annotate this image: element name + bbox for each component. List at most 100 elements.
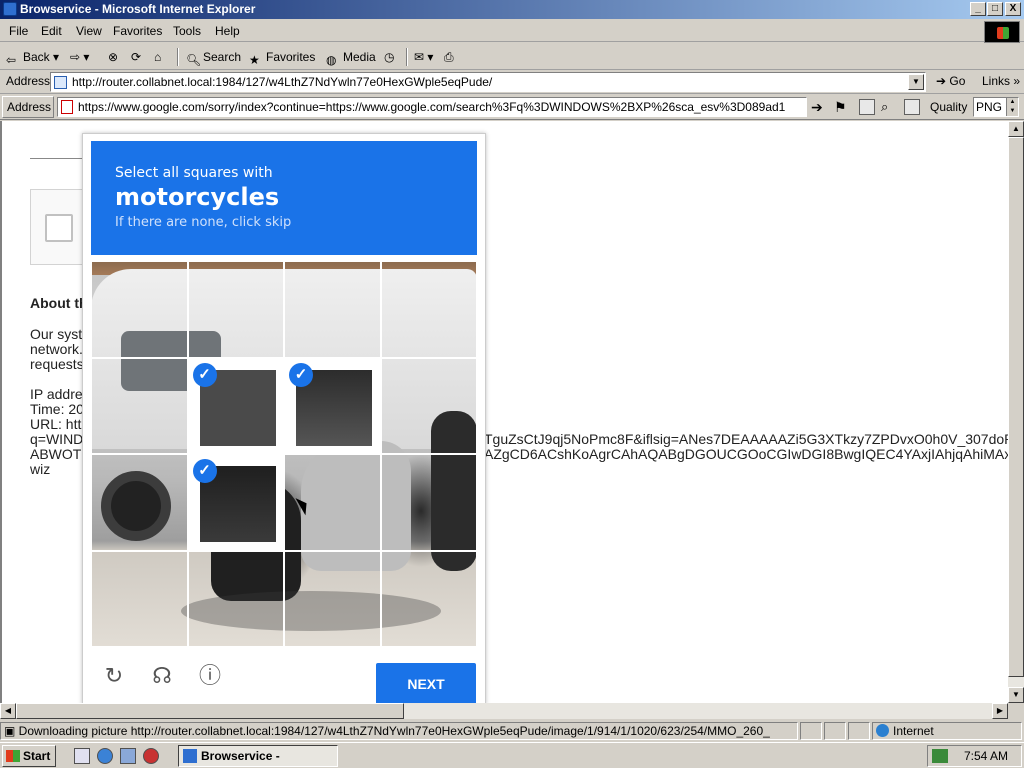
ie-icon [3, 2, 17, 16]
status-message: Downloading picture http://router.collab… [18, 724, 770, 738]
network-icon[interactable] [932, 749, 948, 763]
find-icon[interactable]: ⌕ [881, 99, 897, 115]
para-line: network. [30, 341, 83, 357]
clipboard-icon[interactable] [904, 99, 920, 115]
forward-button[interactable]: ⇨ ▾ [70, 47, 89, 67]
mail-button[interactable]: ✉ ▾ [414, 47, 433, 67]
captcha-tile[interactable] [380, 550, 477, 647]
captcha-tile[interactable] [91, 550, 188, 647]
go-label: Go [949, 74, 966, 88]
captcha-tile[interactable] [91, 261, 188, 358]
captcha-tile[interactable] [380, 454, 477, 551]
vertical-scroll-thumb[interactable] [1008, 137, 1024, 677]
back-arrow-icon: ⇦ [6, 53, 17, 67]
info-icon[interactable]: ⓘ [197, 663, 223, 689]
menu-view[interactable]: View [76, 24, 102, 38]
go-arrow-icon: ➔ [936, 74, 950, 88]
scroll-up-button[interactable]: ▲ [1008, 121, 1024, 137]
search-button[interactable]: 🔍︎ Search [186, 47, 241, 67]
menu-help[interactable]: Help [215, 24, 240, 38]
start-button[interactable]: Start [2, 745, 56, 767]
address-bar: Address http://router.collabnet.local:19… [0, 70, 1024, 94]
captcha-tile-selected[interactable]: ✓ [187, 357, 284, 454]
stop-icon: ⊗ [108, 50, 119, 64]
back-label: Back [23, 50, 50, 64]
media-player-quicklaunch-icon[interactable] [143, 748, 159, 764]
clock: 7:54 AM [964, 749, 1009, 763]
captcha-footer: ↻ ☊ ⓘ NEXT [91, 653, 477, 703]
para-line: requests [30, 356, 84, 372]
show-desktop-icon[interactable] [74, 748, 90, 764]
links-label: Links [982, 74, 1011, 88]
browservice-address-input[interactable]: https://www.google.com/sorry/index?conti… [57, 97, 807, 117]
captcha-tile[interactable] [284, 261, 381, 358]
captcha-header: Select all squares with motorcycles If t… [91, 141, 477, 255]
menu-favorites[interactable]: Favorites [113, 24, 162, 38]
bookmark-icon[interactable]: ⚑ [834, 99, 850, 115]
bookmarks-list-icon[interactable] [859, 99, 875, 115]
checkmark-icon: ✓ [192, 459, 217, 483]
audio-icon[interactable]: ☊ [149, 663, 175, 689]
captcha-tile[interactable] [380, 261, 477, 358]
captcha-tile-selected[interactable]: ✓ [187, 454, 284, 551]
menu-edit[interactable]: Edit [41, 24, 62, 38]
home-button[interactable]: ⌂ [154, 47, 161, 67]
print-icon: ⎙ [444, 50, 454, 64]
captcha-tile[interactable] [187, 261, 284, 358]
quality-spinner[interactable]: ▲ ▼ [1006, 98, 1018, 116]
scroll-down-button[interactable]: ▼ [1008, 687, 1024, 703]
print-button[interactable]: ⎙ [444, 47, 454, 67]
captcha-tile-selected[interactable]: ✓ [284, 357, 381, 454]
address-input[interactable]: http://router.collabnet.local:1984/127/w… [50, 72, 926, 92]
address-dropdown-button[interactable]: ▼ [908, 74, 924, 90]
refresh-icon: ⟳ [131, 50, 142, 64]
stop-button[interactable]: ⊗ [108, 47, 118, 67]
quality-select[interactable]: PNG ▲ ▼ [973, 97, 1019, 117]
captcha-tile[interactable] [187, 550, 284, 647]
status-pane [800, 722, 822, 740]
windows-logo [984, 21, 1020, 43]
links-button[interactable]: Links » [982, 74, 1020, 88]
go-arrow-icon[interactable]: ➔ [811, 99, 827, 115]
browservice-bar: Address https://www.google.com/sorry/ind… [0, 94, 1024, 120]
captcha-tile[interactable] [380, 357, 477, 454]
captcha-tile[interactable] [91, 454, 188, 551]
url-continuation-line: TguZsCtJ9qj5NoPmc8F&iflsig=ANes7DEAAAAAZ… [484, 431, 1008, 447]
reload-icon[interactable]: ↻ [101, 663, 127, 689]
quality-value: PNG [976, 100, 1003, 114]
horizontal-scrollbar[interactable]: ◀ ▶ [0, 703, 1008, 719]
vertical-scrollbar[interactable]: ▲ ▼ [1008, 121, 1024, 703]
windows-logo-icon [6, 750, 20, 762]
history-button[interactable]: ◷ [384, 47, 394, 67]
menu-file[interactable]: File [9, 24, 28, 38]
url-continuation-line: AZgCD6ACshKoAgrCAhAQABgDGOUCGOoCGIwDGI8B… [484, 446, 1008, 462]
maximize-button[interactable]: □ [987, 2, 1003, 16]
history-icon: ◷ [384, 50, 395, 64]
search-icon: 🔍︎ [186, 53, 202, 67]
media-button[interactable]: ◍ Media [326, 47, 376, 67]
close-button[interactable]: X [1005, 2, 1021, 16]
status-text: ▣ Downloading picture http://router.coll… [0, 722, 798, 740]
menu-bar: File Edit View Favorites Tools Help [0, 20, 1024, 42]
browservice-url: https://www.google.com/sorry/index?conti… [78, 100, 786, 114]
start-label: Start [23, 749, 51, 763]
refresh-button[interactable]: ⟳ [131, 47, 141, 67]
captcha-tile[interactable] [91, 357, 188, 454]
window-title: Browservice - Microsoft Internet Explore… [20, 2, 256, 16]
scroll-right-button[interactable]: ▶ [992, 703, 1008, 719]
taskbar-window-button[interactable]: Browservice - Microso... [178, 745, 338, 767]
back-button[interactable]: ⇦ Back ▾ [6, 47, 59, 67]
menu-tools[interactable]: Tools [173, 24, 201, 38]
captcha-tile[interactable] [284, 550, 381, 647]
next-button[interactable]: NEXT [376, 663, 476, 703]
favorites-button[interactable]: ★ Favorites [249, 47, 315, 67]
recaptcha-checkbox[interactable] [45, 214, 73, 242]
time-line: Time: 20 [30, 401, 84, 417]
explorer-quicklaunch-icon[interactable] [120, 748, 136, 764]
ie-quicklaunch-icon[interactable] [97, 748, 113, 764]
minimize-button[interactable]: _ [970, 2, 986, 16]
favorites-label: Favorites [266, 50, 316, 64]
scroll-left-button[interactable]: ◀ [0, 703, 16, 719]
go-button[interactable]: ➔ Go [936, 74, 965, 88]
horizontal-scroll-thumb[interactable] [16, 703, 404, 719]
